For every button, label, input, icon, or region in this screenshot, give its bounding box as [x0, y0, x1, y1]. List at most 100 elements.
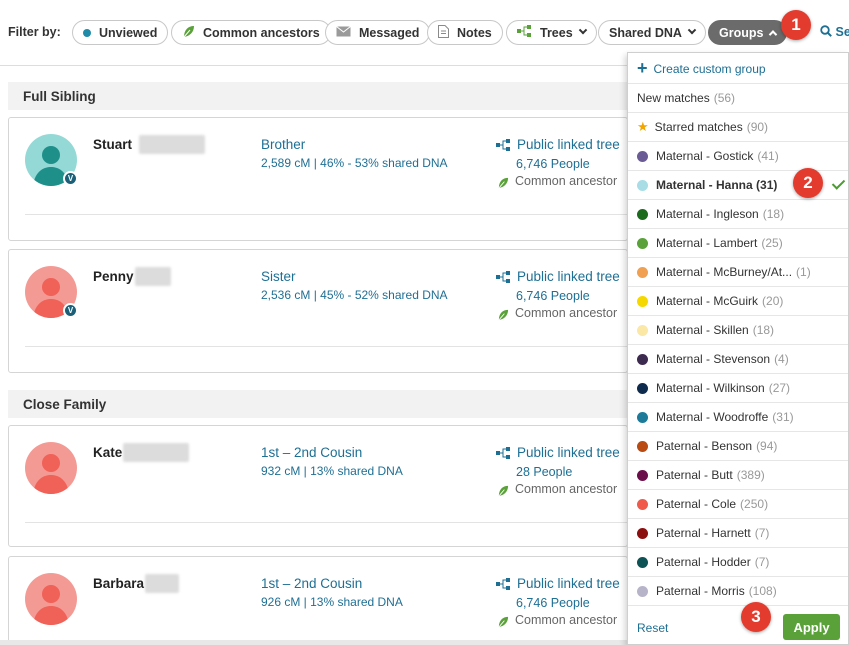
create-custom-group-button[interactable]: + Create custom group [628, 55, 848, 84]
common-ancestor[interactable]: Common ancestor [515, 306, 617, 320]
reset-link[interactable]: Reset [637, 621, 668, 635]
dropdown-group-item[interactable]: Paternal - Benson (94) [628, 432, 848, 461]
leaf-icon [497, 484, 509, 502]
filter-pill-shared-dna[interactable]: Shared DNA [598, 20, 706, 45]
people-count[interactable]: 6,746 People [516, 289, 590, 303]
match-card[interactable]: V Stuart Brother 2,589 cM | 46% - 53% sh… [8, 117, 628, 241]
dropdown-item-count: (25) [761, 236, 783, 250]
section-header: Full Sibling [8, 82, 628, 110]
shared-dna[interactable]: 932 cM | 13% shared DNA [261, 464, 403, 478]
filter-pill-unviewed[interactable]: Unviewed [72, 20, 169, 45]
dropdown-item-label: Paternal - Benson [656, 439, 753, 453]
tree-icon [496, 270, 511, 288]
dropdown-group-item[interactable]: Paternal - Morris (108) [628, 577, 848, 606]
dropdown-group-item[interactable]: Maternal - Woodroffe (31) [628, 403, 848, 432]
dropdown-item-count: (7) [754, 526, 770, 540]
avatar [25, 573, 77, 625]
group-color-swatch-icon [637, 237, 648, 249]
people-count[interactable]: 6,746 People [516, 596, 590, 610]
shared-dna[interactable]: 926 cM | 13% shared DNA [261, 595, 403, 609]
star-icon: ★ [637, 119, 649, 134]
group-color-swatch-icon [637, 353, 648, 365]
dropdown-item-count: (18) [762, 207, 785, 221]
dropdown-group-item[interactable]: Maternal - McBurney/At... (1) [628, 258, 848, 287]
filter-pill-trees[interactable]: Trees [506, 20, 597, 45]
apply-button[interactable]: Apply [783, 614, 840, 640]
common-ancestor[interactable]: Common ancestor [515, 174, 617, 188]
dropdown-group-item[interactable]: Maternal - Lambert (25) [628, 229, 848, 258]
relationship-link[interactable]: 1st – 2nd Cousin [261, 576, 362, 591]
filter-pill-label: Groups [719, 25, 764, 40]
group-color-swatch-icon [637, 208, 648, 220]
dropdown-item-label: Paternal - Hodder [656, 555, 751, 569]
people-count[interactable]: 6,746 People [516, 157, 590, 171]
dropdown-group-item[interactable]: Paternal - Harnett (7) [628, 519, 848, 548]
dropdown-group-item[interactable]: Paternal - Butt (389) [628, 461, 848, 490]
dropdown-item-count: (108) [748, 584, 777, 598]
dropdown-item-count: (90) [746, 120, 769, 134]
tree-link[interactable]: Public linked tree [517, 269, 620, 284]
dropdown-item-label: Maternal - Hanna (31) [656, 178, 778, 192]
filter-pill-groups[interactable]: Groups [708, 20, 788, 45]
verified-badge-icon: V [63, 171, 78, 186]
note-icon [438, 24, 449, 41]
match-name[interactable]: Kate [93, 445, 122, 460]
tree-link[interactable]: Public linked tree [517, 576, 620, 591]
dropdown-group-item[interactable]: Maternal - Wilkinson (27) [628, 374, 848, 403]
dropdown-item-label: Maternal - Stevenson [656, 352, 771, 366]
avatar [25, 442, 77, 494]
match-card[interactable]: V Penny Sister 2,536 cM | 45% - 52% shar… [8, 249, 628, 373]
divider [25, 522, 627, 523]
match-name[interactable]: Barbara [93, 576, 144, 591]
dropdown-group-item[interactable]: Maternal - Skillen (18) [628, 316, 848, 345]
dropdown-item-count: (250) [740, 497, 769, 511]
checkmark-icon [831, 176, 846, 190]
relationship-link[interactable]: Brother [261, 137, 305, 152]
dropdown-item-label: Starred matches [654, 120, 743, 134]
match-name[interactable]: Penny [93, 269, 134, 284]
dropdown-item-count: (7) [754, 555, 770, 569]
group-color-swatch-icon [637, 527, 648, 539]
dropdown-item-count: (41) [757, 149, 779, 163]
dropdown-item-count: (20) [762, 294, 784, 308]
redacted-surname [139, 135, 205, 154]
relationship-link[interactable]: Sister [261, 269, 296, 284]
dropdown-group-item[interactable]: Maternal - McGuirk (20) [628, 287, 848, 316]
plus-icon: + [637, 57, 648, 78]
dropdown-item-label: Paternal - Morris [656, 584, 745, 598]
filter-pill-notes[interactable]: Notes [427, 20, 503, 45]
shared-dna[interactable]: 2,536 cM | 45% - 52% shared DNA [261, 288, 448, 302]
dropdown-group-item[interactable]: Paternal - Hodder (7) [628, 548, 848, 577]
blue-dot-icon [83, 28, 91, 37]
search-link[interactable]: Se [820, 25, 849, 39]
relationship-link[interactable]: 1st – 2nd Cousin [261, 445, 362, 460]
common-ancestor[interactable]: Common ancestor [515, 613, 617, 627]
tree-link[interactable]: Public linked tree [517, 137, 620, 152]
match-card[interactable]: Barbara 1st – 2nd Cousin 926 cM | 13% sh… [8, 556, 628, 645]
people-count[interactable]: 28 People [516, 465, 572, 479]
group-color-swatch-icon [637, 150, 648, 162]
tree-icon [496, 138, 511, 156]
tree-link[interactable]: Public linked tree [517, 445, 620, 460]
dropdown-item-starred[interactable]: ★ Starred matches (90) [628, 113, 848, 142]
section-header: Close Family [8, 390, 628, 418]
group-color-swatch-icon [637, 556, 648, 568]
divider [25, 346, 627, 347]
dropdown-group-item[interactable]: Maternal - Ingleson (18) [628, 200, 848, 229]
filter-pill-common-ancestors[interactable]: Common ancestors [171, 20, 331, 45]
dropdown-group-item[interactable]: Paternal - Cole (250) [628, 490, 848, 519]
common-ancestor[interactable]: Common ancestor [515, 482, 617, 496]
chevron-up-icon [769, 29, 778, 39]
dropdown-group-item[interactable]: Maternal - Gostick (41) [628, 142, 848, 171]
dropdown-item-new-matches[interactable]: New matches (56) [628, 84, 848, 113]
dropdown-group-item[interactable]: Maternal - Stevenson (4) [628, 345, 848, 374]
dropdown-item-label: Paternal - Cole [656, 497, 737, 511]
shared-dna[interactable]: 2,589 cM | 46% - 53% shared DNA [261, 156, 448, 170]
match-card[interactable]: Kate 1st – 2nd Cousin 932 cM | 13% share… [8, 425, 628, 547]
group-color-swatch-icon [637, 324, 648, 336]
filter-pill-messaged[interactable]: Messaged [325, 20, 431, 45]
match-name[interactable]: Stuart [93, 137, 132, 152]
dropdown-item-count: (1) [796, 265, 811, 279]
dropdown-item-label: Maternal - McBurney/At... [656, 265, 793, 279]
dropdown-item-count: (18) [752, 323, 775, 337]
